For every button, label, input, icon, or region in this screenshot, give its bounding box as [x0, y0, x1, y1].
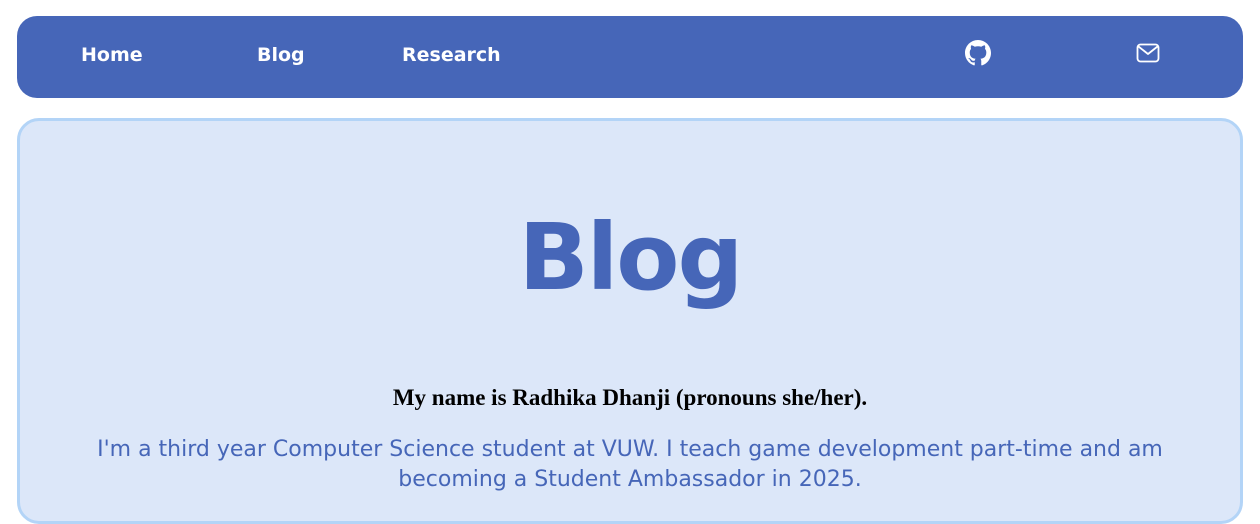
nav-link-blog[interactable]: Blog	[257, 42, 305, 68]
intro-heading: My name is Radhika Dhanji (pronouns she/…	[392, 385, 868, 410]
github-icon[interactable]	[965, 40, 991, 66]
nav-link-home[interactable]: Home	[81, 42, 143, 68]
page-title: Blog	[518, 204, 744, 311]
navbar: Home Blog Research	[17, 16, 1243, 98]
mail-icon[interactable]	[1135, 40, 1161, 66]
intro-card: Blog My name is Radhika Dhanji (pronouns…	[17, 118, 1243, 524]
intro-text: I'm a third year Computer Science studen…	[97, 437, 1163, 492]
nav-link-research[interactable]: Research	[402, 42, 501, 68]
